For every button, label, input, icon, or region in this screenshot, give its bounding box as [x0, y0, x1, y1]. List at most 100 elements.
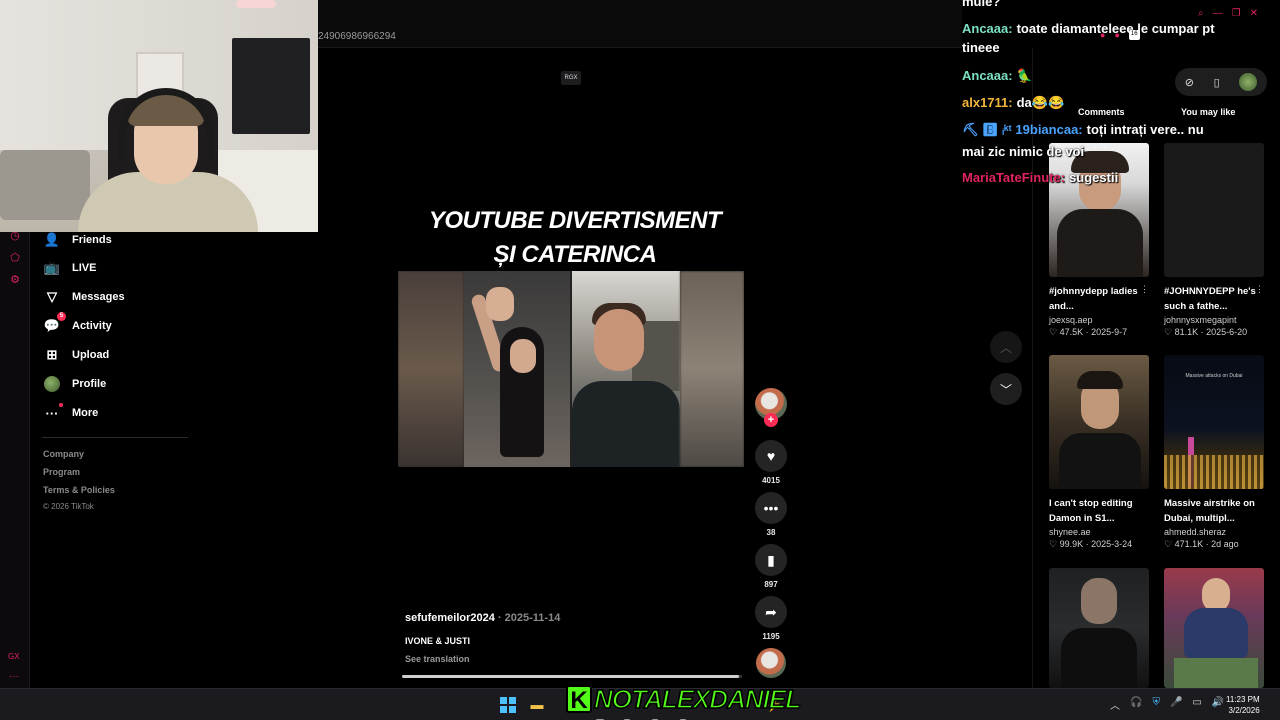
gx-label[interactable]: GX	[8, 652, 20, 661]
see-translation-link[interactable]: See translation	[405, 654, 470, 664]
share-count: 1195	[762, 632, 780, 641]
file-explorer-icon[interactable]: ▬	[529, 697, 545, 713]
windows-start-icon[interactable]	[500, 697, 516, 713]
recommended-card[interactable]: Massive attacks on Dubai Massive airstri…	[1164, 355, 1266, 550]
chat-username: Ancaaa:	[962, 68, 1013, 83]
recommended-card[interactable]	[1164, 568, 1266, 688]
card-stats: ♡ 471.1K · 2d ago	[1164, 539, 1239, 549]
follow-plus-icon[interactable]: +	[764, 413, 778, 427]
sidebar-item-label: LIVE	[72, 262, 97, 274]
system-tray: ︿ 🎧 ⛨ 🎤 ▭ 🔊	[1110, 697, 1224, 712]
card-username[interactable]: shynee.ae	[1049, 527, 1151, 537]
video-title-overlay: YOUTUBE DIVERTISMENT ȘI CATERINCA	[398, 204, 752, 272]
chat-username: 19biancaa:	[1015, 122, 1083, 137]
video-stage: RGX YOUTUBE DIVERTISMENT ȘI CATERINCA se…	[318, 48, 1032, 688]
footer-link-company[interactable]: Company	[43, 449, 84, 459]
sidebar-item-friends[interactable]: 👤 Friends	[44, 232, 112, 248]
activity-icon: 💬 5	[44, 312, 66, 334]
screen: ◷ ⬠ ⚙ GX ··· 24906986966294 👤 Friends 📺 …	[0, 0, 1280, 720]
tray-chevron-icon[interactable]: ︿	[1110, 697, 1120, 712]
video-progress-fill	[402, 675, 739, 678]
bookmark-icon[interactable]: ⬠	[9, 252, 21, 264]
card-title: #JOHNNYDEPP he's such a fathe...	[1164, 286, 1256, 312]
chat-text: 🦜	[1016, 68, 1033, 83]
video-left-pane	[464, 271, 570, 467]
footer-link-program[interactable]: Program	[43, 467, 80, 477]
chat-message: ⛏ 🅱 ᵢᵏᵗ 19biancaa: toți intrați vere.. nu	[962, 120, 1204, 140]
activity-badge: 5	[57, 312, 66, 321]
network-icon[interactable]: ▭	[1192, 697, 1201, 712]
chat-text: mule?	[962, 0, 1001, 9]
card-title: I can't stop editing Damon in S1...	[1049, 498, 1133, 524]
video-player[interactable]	[398, 271, 744, 467]
card-stats: ♡ 81.1K · 2025-6-20	[1164, 327, 1248, 337]
badge-counter: 16	[1128, 30, 1140, 40]
video-progress-bar[interactable]	[402, 675, 742, 678]
card-username[interactable]: ahmedd.sheraz	[1164, 527, 1266, 537]
author-username[interactable]: sefufemeilor2024	[405, 612, 495, 624]
comment-button[interactable]: •••	[755, 492, 787, 524]
streamer-brand-overlay: K NOTALEXDANIEL	[566, 682, 802, 716]
taskbar-clock[interactable]: 11:23 PM 3/2/2026	[1226, 694, 1260, 716]
minimize-icon[interactable]: —	[1213, 8, 1223, 19]
tiktok-sidebar: 👤 Friends 📺 LIVE ▽ Messages 💬 5 Activity …	[30, 232, 318, 688]
card-thumbnail	[1049, 355, 1149, 489]
chat-username: Ancaaa:	[962, 21, 1013, 36]
shield-icon[interactable]: ●	[1100, 30, 1105, 40]
url-fragment: 24906986966294	[318, 31, 396, 42]
sidebar-item-label: Friends	[72, 234, 112, 246]
sidebar-item-label: More	[72, 407, 99, 419]
sidebar-item-label: Messages	[72, 291, 125, 303]
recommended-card[interactable]	[1049, 568, 1151, 688]
share-icon: ➦	[765, 603, 777, 620]
rail-more-icon[interactable]: ···	[9, 671, 19, 682]
card-thumbnail: Massive attacks on Dubai	[1164, 355, 1264, 489]
extension-icon[interactable]: ●	[1114, 30, 1119, 40]
music-disc-avatar[interactable]	[756, 648, 786, 678]
chat-text: tineee	[962, 40, 1000, 55]
next-video-button[interactable]: ﹀	[990, 373, 1022, 405]
chat-text: da😂😂	[1016, 95, 1065, 110]
card-stats: ♡ 99.9K · 2025-3-24	[1049, 539, 1133, 549]
video-title-line2: ȘI CATERINCA	[493, 241, 657, 268]
recommended-card[interactable]: I can't stop editing Damon in S1... shyn…	[1049, 355, 1151, 550]
sidebar-item-messages[interactable]: ▽ Messages	[44, 289, 125, 305]
like-button[interactable]: ♥	[755, 440, 787, 472]
chat-text: mai zic nimic de voi	[962, 144, 1085, 159]
speaker-icon[interactable]: 🔊	[1212, 697, 1224, 712]
friends-icon: 👤	[43, 232, 61, 247]
microphone-icon[interactable]: 🎤	[1170, 697, 1182, 712]
sidebar-item-profile[interactable]: Profile	[44, 376, 106, 392]
chat-username: alx1711:	[962, 95, 1013, 110]
upload-icon: ⊞	[46, 347, 58, 362]
previous-video-button[interactable]: ︿	[990, 331, 1022, 363]
chat-username: MariaTateFinute:	[962, 170, 1066, 185]
save-button[interactable]: ▮	[755, 544, 787, 576]
sidebar-item-more[interactable]: ··· More	[44, 403, 99, 421]
restore-icon[interactable]: ❐	[1232, 8, 1241, 19]
sidebar-divider	[42, 437, 188, 438]
settings-icon[interactable]: ⚙	[9, 274, 21, 286]
sidebar-item-upload[interactable]: ⊞ Upload	[44, 347, 110, 363]
card-more-icon[interactable]: ⋮	[1255, 284, 1264, 295]
card-more-icon[interactable]: ⋮	[1140, 284, 1149, 295]
sidebar-item-activity[interactable]: 💬 5 Activity	[44, 312, 112, 334]
headset-icon[interactable]: 🎧	[1130, 697, 1142, 712]
like-count: 4015	[762, 476, 780, 485]
stream-chat-overlay: mule? Ancaaa: toate diamanteleee le cumpa…	[962, 0, 1262, 190]
chat-message: tineee	[962, 38, 1000, 58]
comment-count: 38	[766, 528, 776, 537]
card-thumbnail	[1049, 568, 1149, 688]
sidebar-item-live[interactable]: 📺 LIVE	[44, 260, 97, 276]
card-username[interactable]: joexsq.aep	[1049, 315, 1151, 325]
security-icon[interactable]: ⛨	[1152, 697, 1160, 712]
search-icon[interactable]: ⌕	[1198, 8, 1204, 19]
close-icon[interactable]: ✕	[1250, 8, 1258, 19]
card-username[interactable]: johnnysxmegapint	[1164, 315, 1266, 325]
chat-message: mai zic nimic de voi	[962, 142, 1084, 162]
sidebar-item-label: Activity	[72, 320, 112, 332]
footer-link-terms[interactable]: Terms & Policies	[43, 485, 115, 495]
share-button[interactable]: ➦	[755, 596, 787, 628]
video-right-pane	[572, 271, 680, 467]
rgx-badge[interactable]: RGX	[561, 71, 581, 85]
